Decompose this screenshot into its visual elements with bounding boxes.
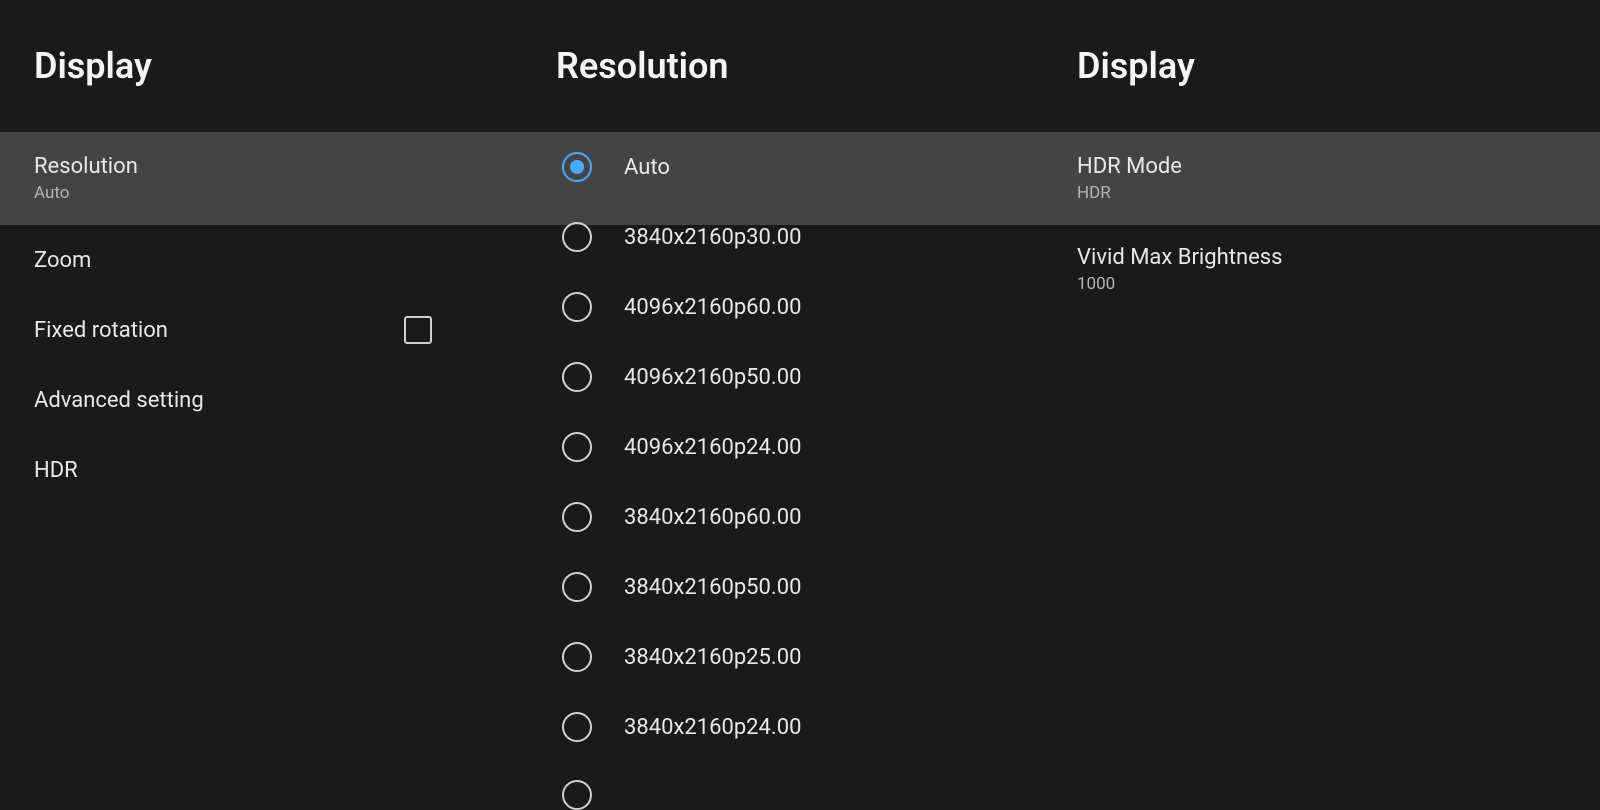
display-settings-panel-left: Display Resolution Auto Zoom Fixed rotat… (0, 0, 522, 802)
right-item-list: HDR Mode HDR Vivid Max Brightness 1000 (1043, 132, 1600, 313)
menu-item-label: Fixed rotation (34, 318, 168, 343)
menu-item-fixed-rotation[interactable]: Fixed rotation (0, 295, 522, 365)
resolution-option[interactable]: 3840x2160p24.00 (522, 692, 1043, 762)
resolution-options-list: Auto 3840x2160p30.00 4096x2160p60.00 409… (522, 132, 1043, 802)
resolution-option[interactable] (522, 762, 1043, 802)
panel-title-middle: Resolution (556, 45, 729, 87)
menu-item-label: HDR Mode (1077, 154, 1182, 179)
panel-header-right: Display (1043, 0, 1600, 132)
resolution-option[interactable]: 3840x2160p60.00 (522, 482, 1043, 552)
radio-unselected-icon (562, 222, 592, 252)
resolution-options-panel: Resolution Auto 3840x2160p30.00 4096x216… (522, 0, 1043, 802)
menu-item-resolution[interactable]: Resolution Auto (0, 132, 522, 225)
resolution-option[interactable]: 4096x2160p24.00 (522, 412, 1043, 482)
display-settings-panel-right: Display HDR Mode HDR Vivid Max Brightnes… (1043, 0, 1600, 802)
resolution-option[interactable]: 3840x2160p30.00 (522, 202, 1043, 272)
fixed-rotation-checkbox[interactable] (404, 316, 432, 344)
radio-unselected-icon (562, 432, 592, 462)
radio-label: 3840x2160p30.00 (624, 225, 801, 250)
radio-label: 4096x2160p24.00 (624, 435, 801, 460)
resolution-option[interactable]: 4096x2160p50.00 (522, 342, 1043, 412)
radio-label: 4096x2160p50.00 (624, 365, 801, 390)
radio-label: 3840x2160p50.00 (624, 575, 801, 600)
radio-unselected-icon (562, 502, 592, 532)
resolution-option-auto[interactable]: Auto (522, 132, 1043, 202)
radio-label: 3840x2160p60.00 (624, 505, 801, 530)
radio-unselected-icon (562, 712, 592, 742)
menu-item-label: Advanced setting (34, 388, 204, 413)
resolution-option[interactable]: 3840x2160p50.00 (522, 552, 1043, 622)
menu-item-label: Resolution (34, 154, 138, 179)
radio-label: 3840x2160p25.00 (624, 645, 801, 670)
resolution-option[interactable]: 4096x2160p60.00 (522, 272, 1043, 342)
radio-selected-icon (562, 152, 592, 182)
menu-item-sub: 1000 (1077, 274, 1115, 294)
left-item-list: Resolution Auto Zoom Fixed rotation Adva… (0, 132, 522, 505)
menu-item-hdr-mode[interactable]: HDR Mode HDR (1043, 132, 1600, 225)
radio-unselected-icon (562, 362, 592, 392)
menu-item-sub: Auto (34, 183, 69, 203)
radio-unselected-icon (562, 292, 592, 322)
menu-item-vivid-brightness[interactable]: Vivid Max Brightness 1000 (1043, 225, 1600, 313)
menu-item-zoom[interactable]: Zoom (0, 225, 522, 295)
radio-unselected-icon (562, 780, 592, 810)
menu-item-hdr[interactable]: HDR (0, 435, 522, 505)
resolution-option[interactable]: 3840x2160p25.00 (522, 622, 1043, 692)
panel-title-right: Display (1077, 45, 1195, 87)
radio-label: Auto (624, 155, 670, 180)
panel-header-middle: Resolution (522, 0, 1043, 132)
panel-header-left: Display (0, 0, 522, 132)
menu-item-sub: HDR (1077, 183, 1111, 203)
radio-label: 4096x2160p60.00 (624, 295, 801, 320)
menu-item-label: Vivid Max Brightness (1077, 245, 1282, 270)
panel-title-left: Display (34, 45, 152, 87)
menu-item-label: Zoom (34, 248, 91, 273)
radio-unselected-icon (562, 572, 592, 602)
radio-unselected-icon (562, 642, 592, 672)
menu-item-advanced-setting[interactable]: Advanced setting (0, 365, 522, 435)
radio-label: 3840x2160p24.00 (624, 715, 801, 740)
menu-item-label: HDR (34, 458, 78, 483)
